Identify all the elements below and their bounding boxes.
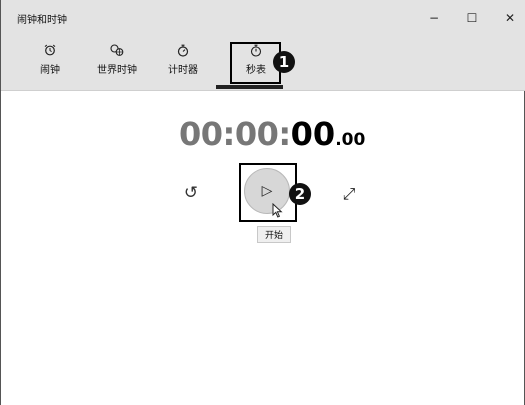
window-title: 闹钟和时钟	[17, 15, 67, 26]
reset-icon: ↺	[183, 183, 199, 203]
callout-marker-2: 2	[289, 183, 311, 205]
title-bar[interactable]: 闹钟和时钟 − ☐ ✕	[1, 0, 525, 34]
tab-world-clock-label: 世界时钟	[97, 65, 137, 76]
mouse-pointer-icon	[272, 202, 283, 222]
close-button[interactable]: ✕	[495, 6, 525, 30]
time-separator-2: :	[278, 115, 291, 153]
reset-button[interactable]: ↺	[181, 183, 201, 203]
selected-tab-indicator	[216, 85, 283, 89]
callout-marker-1: 1	[273, 51, 295, 73]
time-hours: 00	[179, 115, 223, 153]
tab-alarm-label: 闹钟	[40, 65, 60, 76]
time-separator-1: :	[222, 115, 236, 153]
play-icon: ▷	[261, 183, 273, 199]
start-tooltip: 开始	[257, 226, 291, 243]
maximize-button[interactable]: ☐	[457, 6, 487, 30]
tab-timer[interactable]: 计时器	[153, 44, 213, 84]
time-hundredths: .00	[335, 130, 366, 150]
expand-button[interactable]: ⤢	[338, 183, 360, 205]
world-clock-icon	[110, 44, 124, 58]
tab-world-clock[interactable]: 世界时钟	[87, 44, 147, 84]
stopwatch-time-display: 00:00:00.00	[179, 115, 379, 159]
timer-icon	[177, 44, 189, 58]
tab-alarm[interactable]: 闹钟	[20, 44, 80, 84]
time-minutes: 00	[234, 115, 279, 153]
tab-timer-label: 计时器	[168, 65, 198, 76]
alarm-clock-icon	[44, 44, 56, 58]
start-button[interactable]: ▷	[244, 168, 290, 214]
time-seconds: 00	[290, 115, 336, 153]
minimize-button[interactable]: −	[419, 6, 449, 30]
expand-icon: ⤢	[342, 184, 356, 203]
clock-app-window: 闹钟和时钟 − ☐ ✕ 闹钟 世界时钟 计时器 秒表 1 00:00:00.00…	[0, 0, 525, 405]
